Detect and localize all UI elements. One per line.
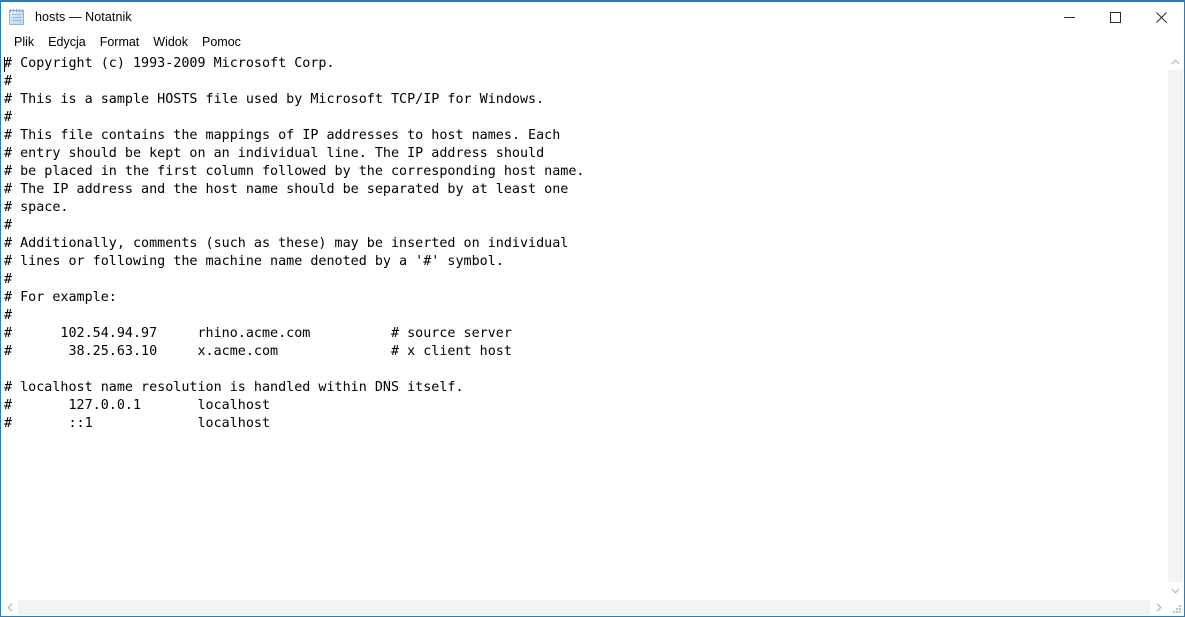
resize-grip-icon (1173, 605, 1181, 613)
chevron-down-icon (1171, 588, 1180, 594)
chevron-left-icon (6, 603, 12, 612)
scroll-up-button[interactable] (1167, 53, 1184, 70)
editor-area: # Copyright (c) 1993-2009 Microsoft Corp… (1, 53, 1184, 616)
menu-item-widok[interactable]: Widok (146, 34, 195, 52)
text-caret (4, 57, 5, 72)
window-title: hosts — Notatnik (35, 10, 132, 24)
horizontal-scroll-thumb[interactable] (18, 600, 1150, 615)
menu-item-plik[interactable]: Plik (7, 34, 41, 52)
vertical-scrollbar[interactable] (1166, 53, 1184, 599)
text-editor[interactable]: # Copyright (c) 1993-2009 Microsoft Corp… (1, 53, 1166, 599)
title-bar-left: hosts — Notatnik (1, 2, 1046, 32)
maximize-icon (1109, 11, 1121, 23)
menu-item-edycja[interactable]: Edycja (41, 34, 93, 52)
vertical-scroll-thumb[interactable] (1168, 70, 1183, 582)
title-bar[interactable]: hosts — Notatnik (1, 2, 1184, 32)
vertical-scroll-track[interactable] (1167, 70, 1184, 582)
menu-bar: Plik Edycja Format Widok Pomoc (1, 32, 1184, 53)
minimize-icon (1063, 16, 1075, 18)
notepad-icon (9, 8, 26, 26)
menu-item-pomoc[interactable]: Pomoc (195, 34, 248, 52)
horizontal-scrollbar-row (1, 599, 1184, 616)
horizontal-scrollbar[interactable] (1, 599, 1167, 616)
scroll-left-button[interactable] (1, 599, 18, 616)
window-controls (1046, 2, 1184, 32)
resize-grip[interactable] (1167, 599, 1184, 616)
scroll-right-button[interactable] (1150, 599, 1167, 616)
menu-item-format[interactable]: Format (93, 34, 147, 52)
close-button[interactable] (1138, 2, 1184, 32)
editor-row: # Copyright (c) 1993-2009 Microsoft Corp… (1, 53, 1184, 599)
chevron-right-icon (1156, 603, 1162, 612)
maximize-button[interactable] (1092, 2, 1138, 32)
scroll-down-button[interactable] (1167, 582, 1184, 599)
horizontal-scroll-track[interactable] (18, 599, 1150, 616)
chevron-up-icon (1171, 58, 1180, 64)
close-icon (1155, 11, 1167, 23)
document-text: # Copyright (c) 1993-2009 Microsoft Corp… (4, 56, 585, 431)
notepad-window: hosts — Notatnik Plik Edycja Format Wido… (0, 0, 1185, 617)
minimize-button[interactable] (1046, 2, 1092, 32)
